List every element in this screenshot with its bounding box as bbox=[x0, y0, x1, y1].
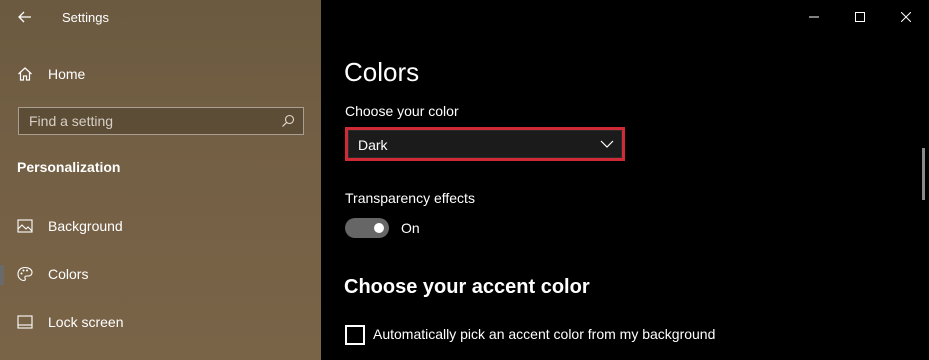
sidebar-item-lock-screen[interactable]: Lock screen bbox=[0, 305, 321, 339]
home-icon bbox=[18, 67, 32, 81]
choose-color-label: Choose your color bbox=[345, 103, 459, 119]
nav-home[interactable]: Home bbox=[0, 58, 321, 90]
accent-color-heading: Choose your accent color bbox=[344, 276, 590, 298]
sidebar-item-label: Colors bbox=[48, 266, 89, 282]
scrollbar[interactable] bbox=[922, 148, 925, 200]
maximize-icon bbox=[855, 12, 865, 22]
minimize-icon bbox=[809, 16, 819, 18]
auto-accent-checkbox[interactable] bbox=[345, 325, 365, 345]
sidebar-item-colors[interactable]: Colors bbox=[0, 257, 321, 291]
active-indicator bbox=[0, 265, 4, 285]
close-button[interactable] bbox=[883, 0, 929, 34]
sidebar-item-label: Lock screen bbox=[48, 314, 124, 330]
sidebar-item-label: Background bbox=[48, 218, 123, 234]
image-icon bbox=[17, 219, 33, 233]
toggle-state-label: On bbox=[401, 220, 420, 236]
toggle-knob bbox=[374, 223, 384, 233]
sidebar-item-background[interactable]: Background bbox=[0, 209, 321, 243]
dropdown-inner bbox=[348, 130, 622, 158]
transparency-toggle[interactable] bbox=[345, 218, 389, 238]
minimize-button[interactable] bbox=[791, 0, 837, 34]
app-title: Settings bbox=[62, 10, 109, 25]
chevron-down-icon bbox=[600, 140, 614, 148]
sidebar: Settings Home Find a setting Personaliza… bbox=[0, 0, 321, 360]
back-arrow-icon bbox=[18, 11, 31, 23]
search-input[interactable]: Find a setting bbox=[18, 107, 304, 135]
main-panel: Colors Choose your color Dark Transparen… bbox=[321, 0, 929, 360]
transparency-label: Transparency effects bbox=[345, 190, 475, 206]
choose-color-dropdown[interactable]: Dark bbox=[345, 127, 625, 161]
nav-home-label: Home bbox=[48, 66, 86, 82]
lock-screen-icon bbox=[17, 315, 33, 329]
title-bar: Settings bbox=[0, 0, 321, 34]
auto-accent-label: Automatically pick an accent color from … bbox=[373, 326, 716, 342]
palette-icon bbox=[17, 266, 33, 282]
window-controls bbox=[791, 0, 929, 34]
back-button[interactable] bbox=[14, 8, 36, 26]
section-title: Personalization bbox=[17, 159, 121, 175]
search-icon bbox=[282, 114, 295, 127]
maximize-button[interactable] bbox=[837, 0, 883, 34]
dropdown-value: Dark bbox=[358, 137, 388, 153]
page-title: Colors bbox=[344, 57, 420, 87]
close-icon bbox=[901, 12, 911, 22]
search-placeholder: Find a setting bbox=[29, 113, 114, 129]
